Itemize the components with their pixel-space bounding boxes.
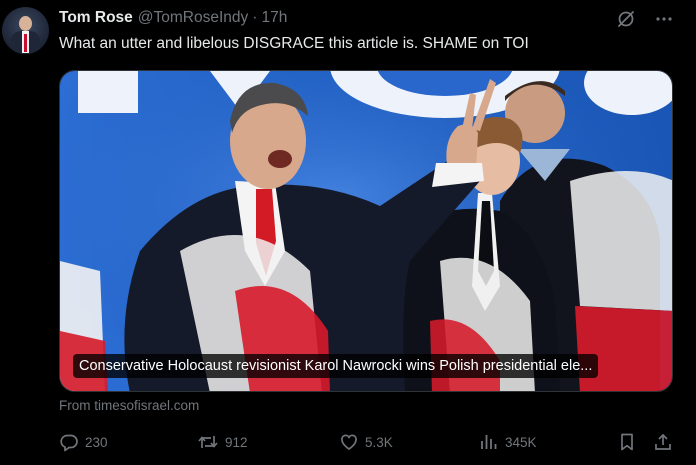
share-icon — [655, 433, 671, 450]
separator-dot: · — [252, 9, 258, 26]
views-icon — [481, 435, 497, 449]
link-card[interactable]: Conservative Holocaust revisionist Karol… — [59, 70, 673, 392]
grok-icon[interactable] — [616, 9, 636, 29]
action-bar: 230 912 5.3K 345K — [59, 432, 679, 454]
card-image — [60, 71, 672, 391]
card-source[interactable]: From timesofisrael.com — [59, 398, 199, 413]
like-button[interactable]: 5.3K — [339, 432, 393, 452]
tweet-text: What an utter and libelous DISGRACE this… — [59, 35, 529, 52]
bookmark-icon — [621, 433, 633, 451]
view-count: 345K — [505, 434, 537, 450]
views-button[interactable]: 345K — [479, 432, 537, 452]
reply-icon — [60, 434, 78, 452]
share-button[interactable] — [653, 432, 673, 452]
repost-button[interactable]: 912 — [197, 432, 248, 452]
repost-icon — [198, 436, 218, 448]
top-actions — [616, 9, 674, 29]
more-icon[interactable] — [654, 9, 674, 29]
author-name[interactable]: Tom Rose — [59, 9, 133, 27]
reply-count: 230 — [85, 434, 108, 450]
tweet: Tom Rose @TomRoseIndy · 17h What an utte… — [0, 0, 696, 465]
like-count: 5.3K — [365, 434, 393, 450]
avatar[interactable] — [2, 7, 49, 54]
timestamp[interactable]: 17h — [261, 9, 287, 27]
reply-button[interactable]: 230 — [59, 432, 108, 452]
tweet-header: Tom Rose @TomRoseIndy · 17h — [59, 9, 287, 29]
like-icon — [341, 434, 357, 450]
repost-count: 912 — [225, 434, 248, 450]
bookmark-button[interactable] — [617, 432, 637, 452]
author-handle[interactable]: @TomRoseIndy — [138, 9, 249, 27]
card-caption: Conservative Holocaust revisionist Karol… — [73, 354, 599, 378]
